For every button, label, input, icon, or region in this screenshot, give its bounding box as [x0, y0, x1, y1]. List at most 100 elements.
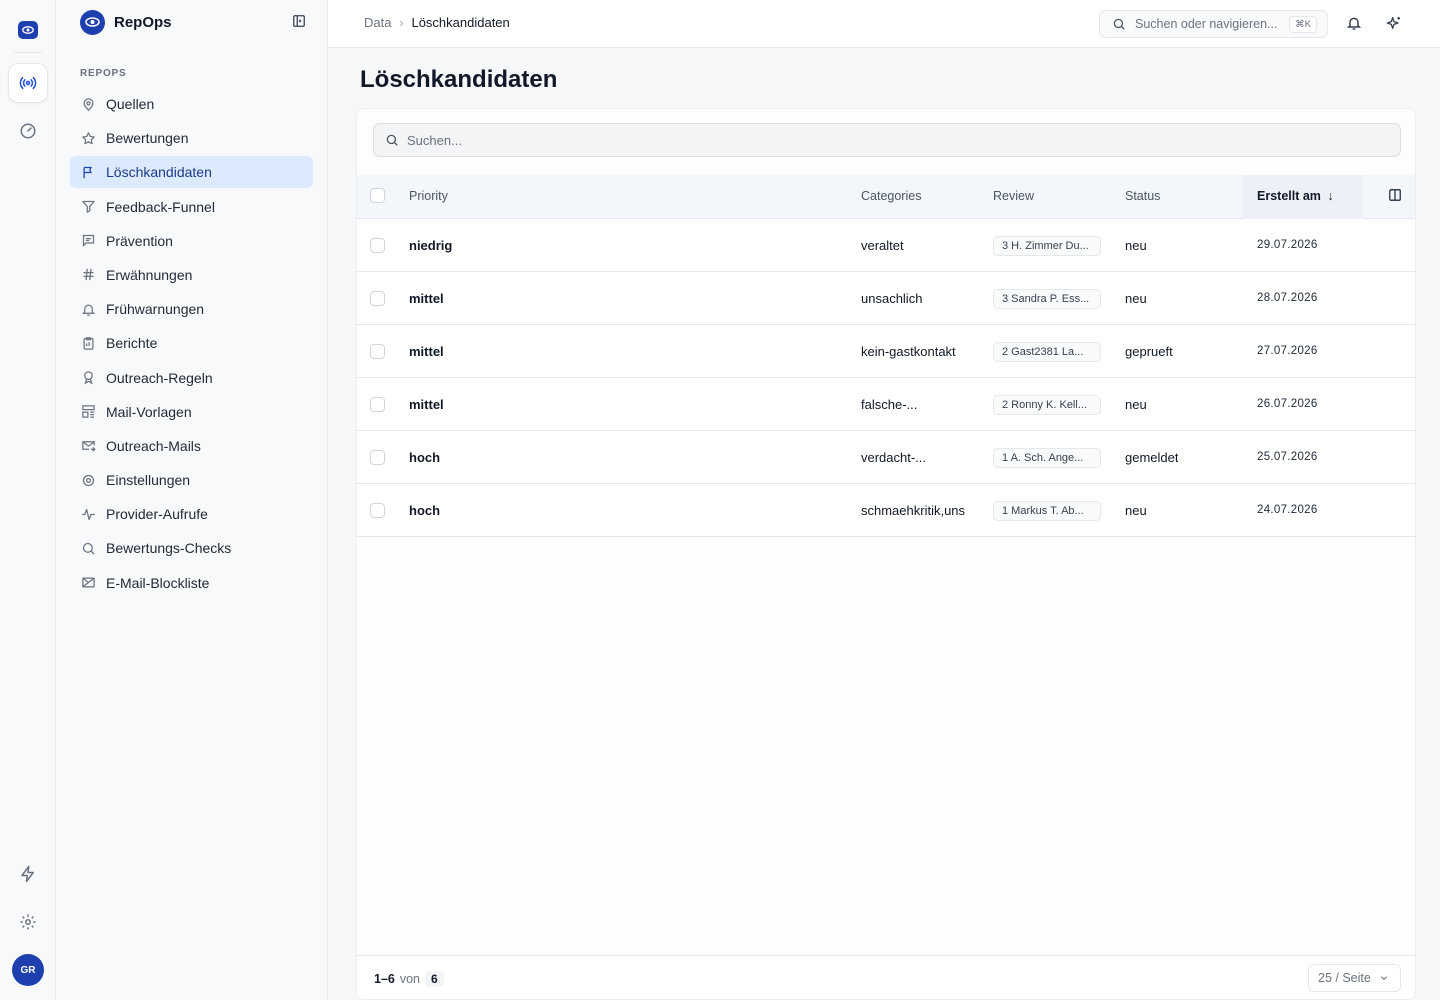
- sidebar-item-provider-aufrufe[interactable]: Provider-Aufrufe: [70, 498, 313, 530]
- chevron-down-icon: [1379, 973, 1389, 983]
- table-row[interactable]: mittel falsche-... 2 Ronny K. Kell... ne…: [357, 378, 1415, 431]
- cell-review-chip[interactable]: 2 Ronny K. Kell...: [993, 395, 1101, 415]
- row-total-badge: 6: [425, 971, 444, 987]
- bell-icon: [80, 301, 96, 317]
- row-range: 1–6: [374, 972, 395, 986]
- table-search-input[interactable]: Suchen...: [373, 123, 1401, 157]
- activity-icon: [80, 506, 96, 522]
- row-checkbox[interactable]: [370, 291, 385, 306]
- sidebar-item-label: Outreach-Regeln: [106, 369, 213, 386]
- cell-categories: kein-gastkontakt: [861, 344, 956, 359]
- row-checkbox[interactable]: [370, 450, 385, 465]
- sidebar-item-erwaehnungen[interactable]: Erwähnungen: [70, 259, 313, 291]
- sidebar-item-berichte[interactable]: Berichte: [70, 327, 313, 359]
- row-checkbox[interactable]: [370, 397, 385, 412]
- page-size-select[interactable]: 25 / Seite: [1308, 964, 1401, 992]
- cell-created: 24.07.2026: [1257, 504, 1318, 516]
- star-icon: [80, 130, 96, 146]
- cell-review-chip[interactable]: 1 A. Sch. Ange...: [993, 448, 1101, 468]
- search-icon: [385, 133, 399, 147]
- page-title: Löschkandidaten: [360, 66, 558, 93]
- cell-created: 25.07.2026: [1257, 451, 1318, 463]
- columns-toggle-icon[interactable]: [1388, 188, 1404, 204]
- breadcrumb-current: Löschkandidaten: [411, 15, 510, 30]
- sidebar-item-outreach-regeln[interactable]: Outreach-Regeln: [70, 362, 313, 394]
- search-icon: [80, 540, 96, 556]
- sidebar-item-mail-vorlagen[interactable]: Mail-Vorlagen: [70, 396, 313, 428]
- avatar[interactable]: GR: [12, 954, 44, 986]
- sidebar-item-label: Bewertungs-Checks: [106, 540, 232, 557]
- column-header-priority[interactable]: Priority: [409, 189, 448, 203]
- column-header-created-label: Erstellt am: [1257, 189, 1321, 203]
- flag-icon: [80, 164, 96, 180]
- message-square-icon: [80, 233, 96, 249]
- sidebar-item-praevention[interactable]: Prävention: [70, 225, 313, 257]
- table-card: Suchen... Priority Categories Review Sta…: [356, 108, 1416, 1000]
- cell-status: gemeldet: [1125, 450, 1179, 465]
- sidebar-section-label: REPOPS: [80, 68, 127, 79]
- sidebar-item-email-blockliste[interactable]: E-Mail-Blockliste: [70, 567, 313, 599]
- app-logo-icon[interactable]: [18, 21, 38, 39]
- cell-review-chip[interactable]: 3 Sandra P. Ess...: [993, 289, 1101, 309]
- cell-review-chip[interactable]: 3 H. Zimmer Du...: [993, 236, 1101, 256]
- sidebar-item-bewertungs-checks[interactable]: Bewertungs-Checks: [70, 532, 313, 564]
- sidebar-item-outreach-mails[interactable]: Outreach-Mails: [70, 430, 313, 462]
- sort-desc-icon: ↓: [1327, 189, 1334, 203]
- sidebar-collapse-icon[interactable]: [292, 14, 308, 30]
- column-header-status[interactable]: Status: [1125, 189, 1160, 203]
- sidebar-item-fruehwarnungen[interactable]: Frühwarnungen: [70, 293, 313, 325]
- row-checkbox[interactable]: [370, 344, 385, 359]
- sidebar-item-label: Mail-Vorlagen: [106, 403, 192, 420]
- breadcrumb-root[interactable]: Data: [364, 15, 391, 30]
- sidebar-item-loeschkandidaten[interactable]: Löschkandidaten: [70, 156, 313, 189]
- cell-categories: falsche-...: [861, 397, 918, 412]
- cell-priority: mittel: [409, 397, 444, 412]
- bell-icon[interactable]: [1346, 15, 1364, 33]
- sidebar-item-quellen[interactable]: Quellen: [70, 88, 313, 120]
- icon-rail: GR: [0, 0, 56, 1000]
- table-row[interactable]: niedrig veraltet 3 H. Zimmer Du... neu 2…: [357, 219, 1415, 272]
- table-search-placeholder: Suchen...: [407, 132, 462, 148]
- gear-icon[interactable]: [8, 902, 48, 942]
- mail-x-icon: [80, 575, 96, 591]
- cell-categories: verdacht-...: [861, 450, 927, 465]
- sidebar-item-label: E-Mail-Blockliste: [106, 574, 210, 591]
- cell-priority: hoch: [409, 503, 441, 518]
- cell-status: neu: [1125, 291, 1147, 306]
- sidebar-item-label: Quellen: [106, 96, 155, 112]
- gear-icon: [80, 472, 96, 488]
- cell-review-chip[interactable]: 2 Gast2381 La...: [993, 342, 1101, 362]
- cell-review-chip[interactable]: 1 Markus T. Ab...: [993, 501, 1101, 521]
- select-all-checkbox[interactable]: [370, 188, 385, 203]
- row-count-of-label: von: [399, 972, 421, 986]
- brand[interactable]: RepOps: [80, 9, 172, 35]
- row-checkbox[interactable]: [370, 238, 385, 253]
- cell-created: 28.07.2026: [1257, 292, 1318, 304]
- map-pin-icon: [80, 96, 96, 112]
- sidebar-item-label: Einstellungen: [106, 472, 191, 489]
- column-header-categories[interactable]: Categories: [861, 189, 921, 203]
- brand-logo-icon: [80, 9, 105, 35]
- column-header-created[interactable]: Erstellt am ↓: [1257, 189, 1334, 203]
- sidebar-item-einstellungen[interactable]: Einstellungen: [70, 464, 313, 496]
- sparkles-icon[interactable]: [1386, 15, 1404, 33]
- table-row[interactable]: mittel unsachlich 3 Sandra P. Ess... neu…: [357, 272, 1415, 325]
- sidebar-item-label: Outreach-Mails: [106, 437, 201, 454]
- cell-status: neu: [1125, 397, 1147, 412]
- row-checkbox[interactable]: [370, 503, 385, 518]
- sidebar-item-feedback-funnel[interactable]: Feedback-Funnel: [70, 191, 313, 223]
- cell-status: geprueft: [1125, 344, 1173, 359]
- lightning-icon[interactable]: [8, 854, 48, 894]
- table-row[interactable]: hoch schmaehkritik,uns 1 Markus T. Ab...…: [357, 484, 1415, 537]
- table-footer: 1–6 von 6 25 / Seite: [357, 955, 1415, 999]
- top-header: Data › Löschkandidaten Suchen oder navig…: [328, 0, 1440, 48]
- table-row[interactable]: mittel kein-gastkontakt 2 Gast2381 La...…: [357, 325, 1415, 378]
- radar-icon[interactable]: [8, 63, 48, 103]
- global-search-input[interactable]: Suchen oder navigieren... ⌘K: [1099, 10, 1328, 38]
- table-row[interactable]: hoch verdacht-... 1 A. Sch. Ange... geme…: [357, 431, 1415, 484]
- sidebar-item-label: Frühwarnungen: [106, 301, 205, 318]
- column-header-review[interactable]: Review: [993, 189, 1034, 203]
- sidebar-item-label: Provider-Aufrufe: [106, 506, 208, 523]
- sidebar-item-bewertungen[interactable]: Bewertungen: [70, 122, 313, 154]
- gauge-icon[interactable]: [8, 111, 48, 151]
